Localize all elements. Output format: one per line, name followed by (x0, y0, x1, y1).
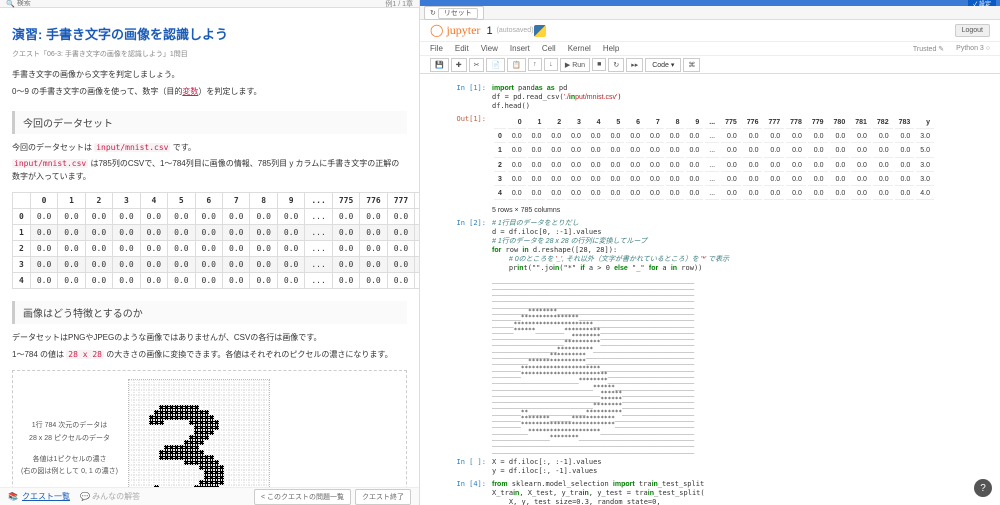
book-icon: 📚 (8, 492, 18, 501)
add-cell-icon[interactable]: ✚ (451, 58, 467, 72)
code-cell-3[interactable]: X = df.iloc[:, :-1].values y = df.iloc[:… (492, 458, 970, 476)
logout-button[interactable]: Logout (955, 24, 990, 37)
intro-para-1: 手書き文字の画像から文字を判定しましょう。 (12, 69, 407, 82)
python-icon (534, 25, 546, 37)
code-cell-1[interactable]: import pandas as pd df = pd.read_csv('./… (492, 84, 970, 111)
sample-table: 0123456789...775776777778779780781782783… (12, 192, 419, 289)
autosave-label: (autosaved) (497, 27, 534, 34)
output-table-1: 0123456789...775776777778779780781782783… (492, 115, 970, 215)
move-down-icon[interactable]: ↓ (544, 58, 558, 71)
move-up-icon[interactable]: ↑ (528, 58, 542, 71)
menu-file[interactable]: File (430, 44, 443, 53)
search-icon: 🔍 (6, 0, 15, 8)
digit-caption-3: 各値は1ピクセルの濃さ (21, 454, 118, 467)
code-cell-2[interactable]: # 1行目のデータをとりだし d = df.iloc[0, :-1].value… (492, 219, 970, 274)
search-input[interactable] (17, 0, 97, 7)
feature-para-1: データセットはPNGやJPEGのような画像ではありませんが、CSVの各行は画像で… (12, 332, 407, 345)
jupyter-logo: jupyter (430, 23, 480, 38)
reset-button[interactable]: ↻ リセット (424, 6, 484, 20)
help-fab-icon[interactable]: ? (974, 479, 992, 497)
section-image-feature: 画像はどう特徴とするのか (12, 301, 407, 324)
digit-pixel-grid (128, 379, 270, 487)
section-dataset: 今回のデータセット (12, 111, 407, 134)
intro-para-2: 0〜9 の手書き文字の画像を使って、数字（目的変数）を判定します。 (12, 86, 407, 99)
footer-note: 💬 みんなの解答 (80, 491, 140, 502)
cut-icon[interactable]: ✂ (469, 58, 485, 72)
dataset-para-1: 今回のデータセットは input/mnist.csv です。 (12, 142, 407, 155)
page-title: 演習: 手書き文字の画像を認識しよう (12, 24, 407, 43)
menu-help[interactable]: Help (603, 44, 619, 53)
menu-edit[interactable]: Edit (455, 44, 469, 53)
quest-end-button[interactable]: クエスト終了 (355, 489, 411, 505)
quest-subtitle: クエスト「06-3: 手書き文字の画像を認識しよう」1問目 (12, 49, 407, 59)
digit-caption-1: 1行 784 次元のデータは (21, 420, 118, 433)
ascii-output: ________________________________________… (492, 278, 970, 454)
code-cell-4[interactable]: from sklearn.model_selection import trai… (492, 480, 970, 505)
menu-insert[interactable]: Insert (510, 44, 530, 53)
back-to-problems-button[interactable]: < このクエストの問題一覧 (254, 489, 351, 505)
notebook-title[interactable]: 1 (486, 25, 492, 37)
menu-view[interactable]: View (481, 44, 498, 53)
menu-kernel[interactable]: Kernel (568, 44, 591, 53)
feature-para-2: 1〜784 の値は 28 x 28 の大きさの画像に変換できます。各値はそれぞれ… (12, 349, 407, 362)
stop-icon[interactable]: ■ (592, 58, 606, 71)
in-prompt-2: In [2]: (450, 219, 492, 274)
menu-cell[interactable]: Cell (542, 44, 556, 53)
dataset-para-2: input/mnist.csv は785列のCSVで、1〜784列目に画像の情報… (12, 158, 407, 184)
digit-caption-4: (右の図は例として 0, 1 の濃さ) (21, 466, 118, 479)
out-prompt-1: Out[1]: (450, 115, 492, 215)
paste-icon[interactable]: 📋 (507, 58, 526, 72)
in-prompt-3: In [ ]: (450, 458, 492, 476)
kernel-label[interactable]: Python 3 ○ (956, 45, 990, 52)
target-var-link[interactable]: 変数 (182, 87, 198, 96)
command-palette-icon[interactable]: ⌘ (683, 58, 700, 72)
lesson-content: 演習: 手書き文字の画像を認識しよう クエスト「06-3: 手書き文字の画像を認… (0, 8, 419, 487)
in-prompt-4: In [4]: (450, 480, 492, 505)
copy-icon[interactable]: 📄 (486, 58, 505, 72)
restart-icon[interactable]: ↻ (608, 58, 624, 72)
cell-type-select[interactable]: Code ▾ (645, 58, 681, 72)
save-icon[interactable]: 💾 (430, 58, 449, 72)
trusted-label[interactable]: Trusted ✎ (913, 45, 944, 53)
digit-illustration: 1行 784 次元のデータは 28 x 28 ピクセルのデータ 各値は1ピクセル… (12, 370, 407, 487)
run-button[interactable]: ▶ Run (560, 58, 590, 72)
quest-list-link[interactable]: クエスト一覧 (22, 491, 70, 502)
in-prompt-1: In [1]: (450, 84, 492, 111)
digit-caption-2: 28 x 28 ピクセルのデータ (21, 433, 118, 446)
fast-forward-icon[interactable]: ▸▸ (626, 58, 643, 72)
